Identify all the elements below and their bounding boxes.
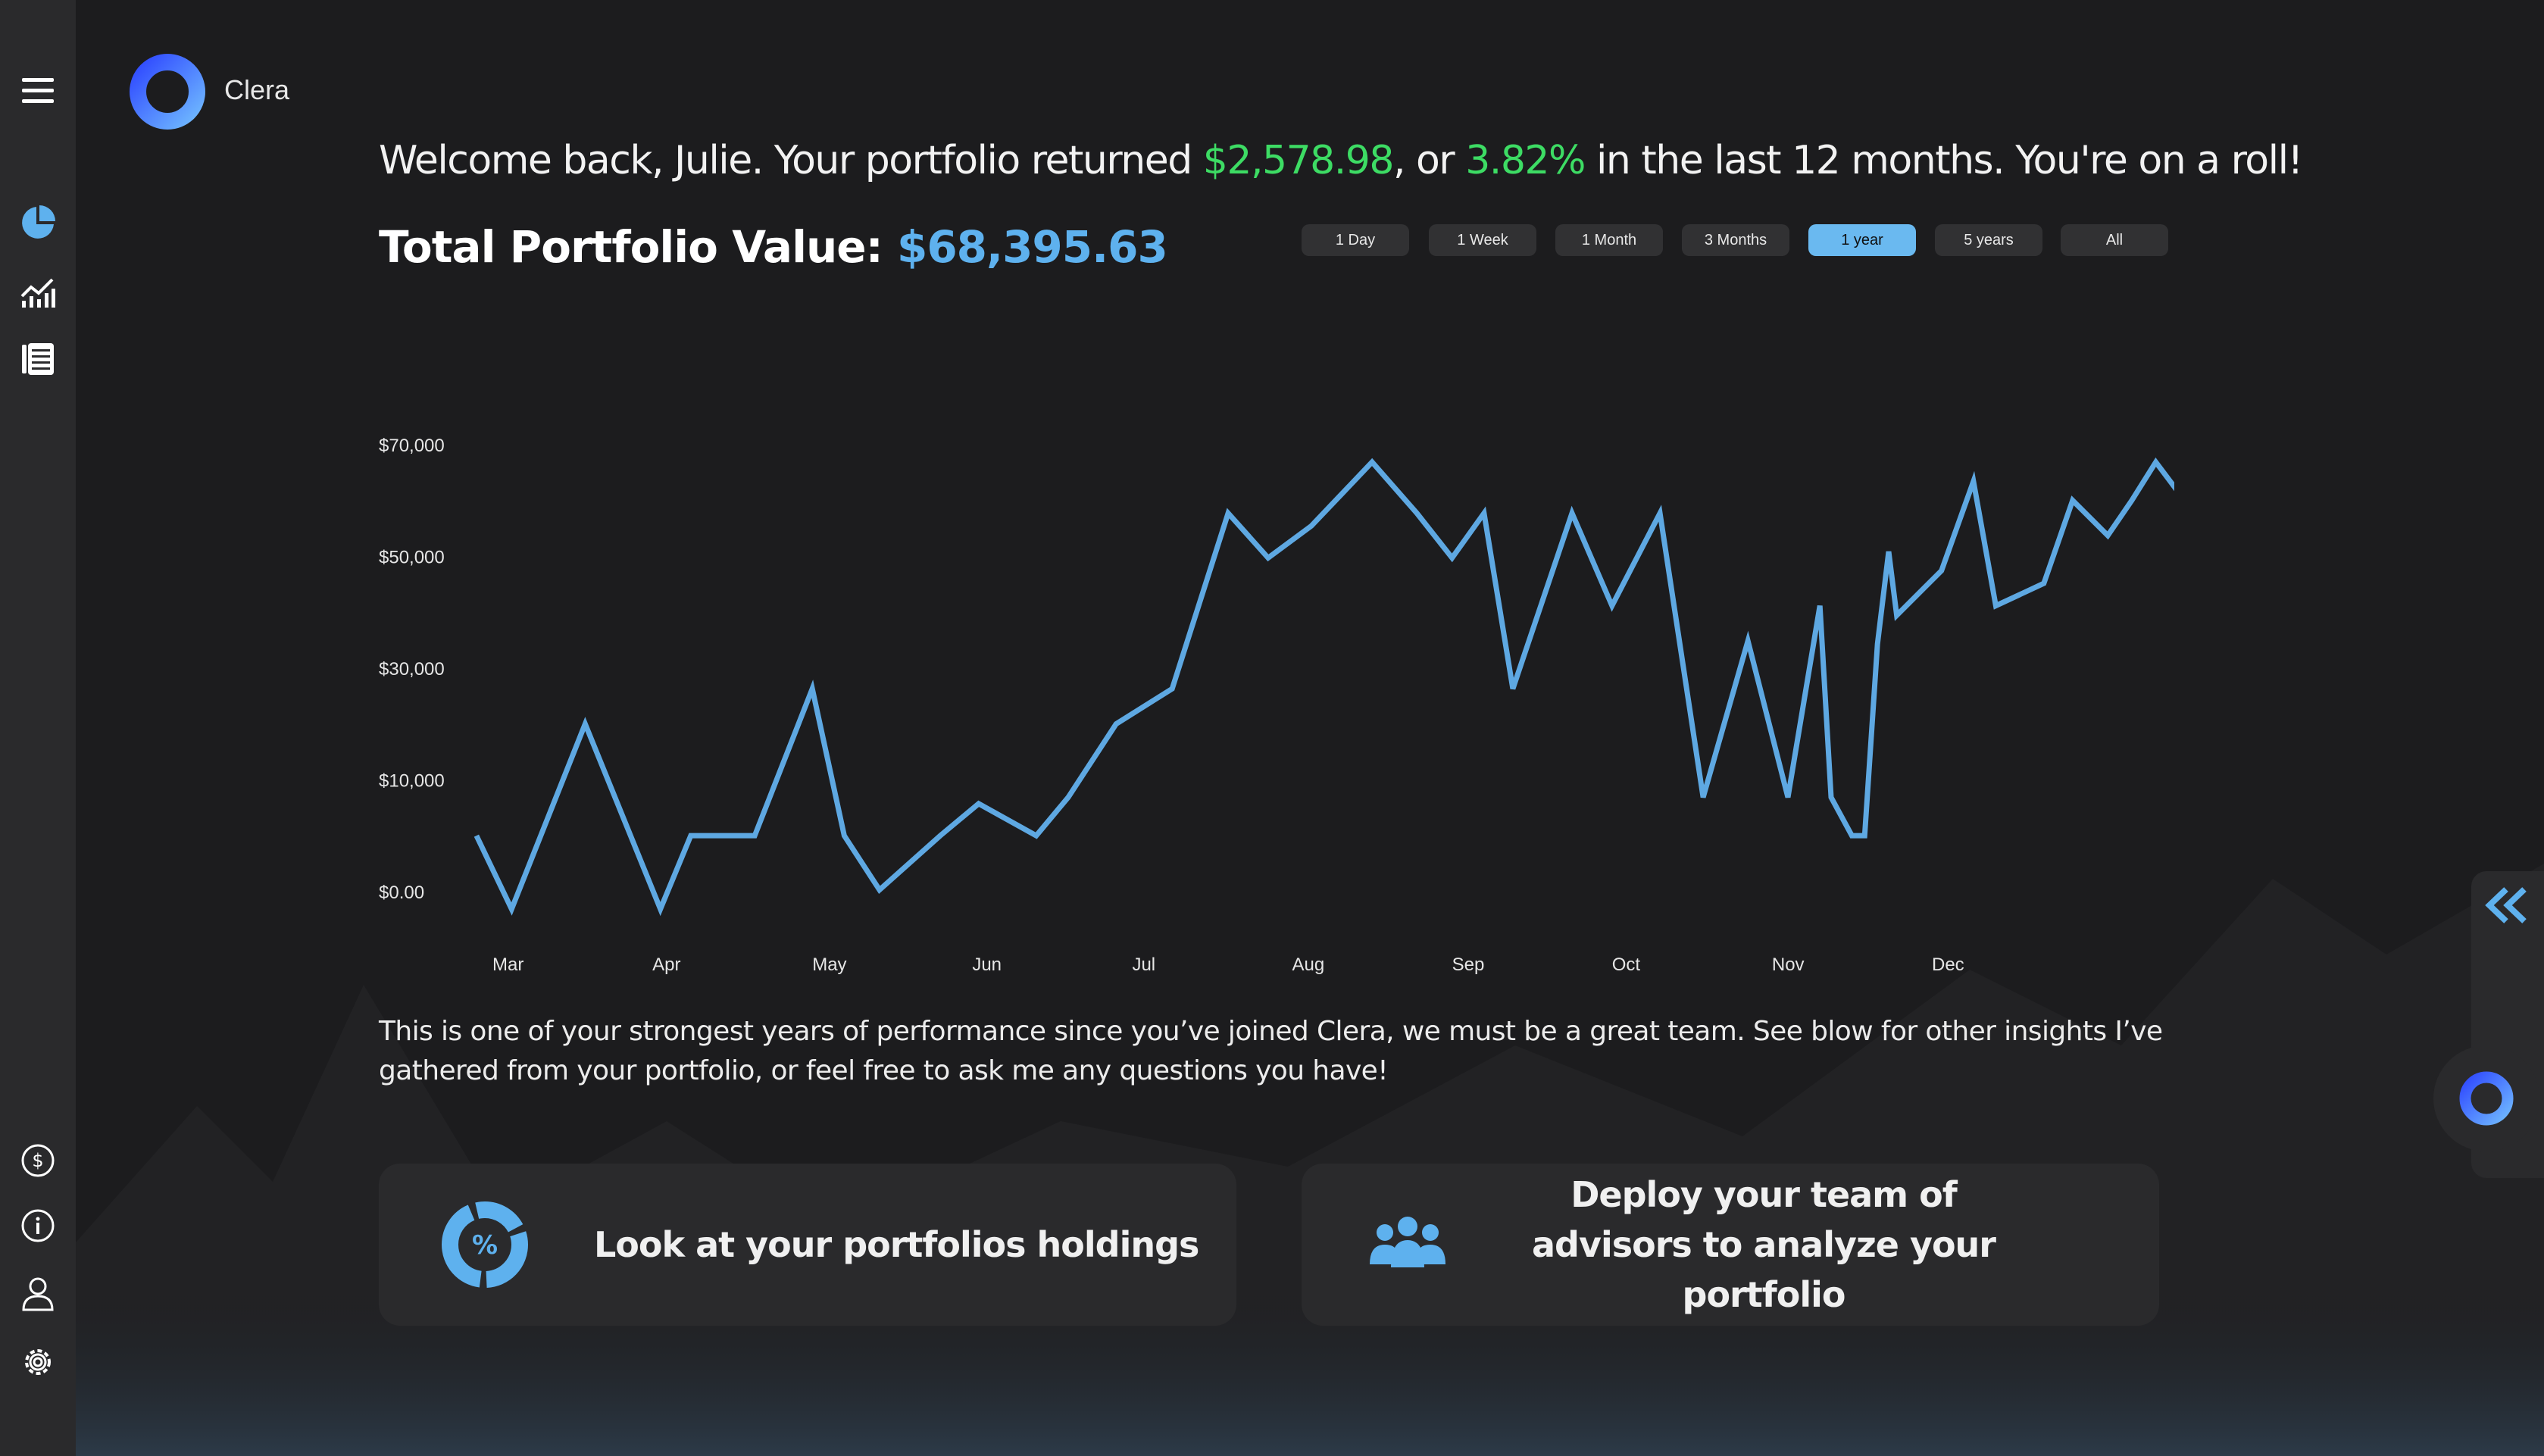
x-tick-label: Jul	[1132, 955, 1155, 975]
advisors-card-label: Deploy your team of advisors to analyze …	[1532, 1174, 1996, 1315]
range-5-years[interactable]: 5 years	[1935, 224, 2042, 256]
clera-logo	[130, 54, 205, 130]
range-1-month[interactable]: 1 Month	[1555, 224, 1663, 256]
percent-pie-icon: %	[442, 1201, 528, 1288]
nav-analytics[interactable]	[17, 270, 59, 312]
y-tick-label: $70,000	[379, 436, 445, 456]
welcome-suffix: in the last 12 months. You're on a roll!	[1584, 138, 2303, 183]
return-amount: $2,578.98	[1202, 138, 1395, 183]
svg-text:%: %	[472, 1230, 498, 1261]
total-value: $68,395.63	[896, 221, 1168, 273]
menu-button[interactable]	[17, 70, 59, 112]
x-tick-label: Nov	[1772, 955, 1805, 975]
range-all[interactable]: All	[2061, 224, 2168, 256]
assistant-button[interactable]	[2433, 1045, 2539, 1151]
total-label: Total Portfolio Value:	[379, 221, 897, 273]
y-tick-label: $50,000	[379, 548, 445, 568]
user-icon	[22, 1277, 54, 1311]
y-tick-label: $0.00	[379, 883, 424, 903]
svg-text:$: $	[32, 1150, 43, 1171]
portfolio-value-line	[473, 457, 2174, 917]
insight-text: This is one of your strongest years of p…	[379, 1016, 2163, 1086]
return-percent: 3.82%	[1465, 138, 1586, 183]
sidebar: $	[0, 0, 76, 1456]
nav-settings[interactable]	[17, 1341, 59, 1383]
clera-assistant-icon	[2459, 1071, 2514, 1126]
news-icon	[22, 343, 54, 375]
double-chevron-left-icon[interactable]	[2479, 879, 2536, 932]
total-portfolio-value: Total Portfolio Value: $68,395.63	[379, 221, 1168, 273]
range-1-day[interactable]: 1 Day	[1302, 224, 1409, 256]
nav-funding[interactable]: $	[17, 1139, 59, 1182]
range-3-months[interactable]: 3 Months	[1682, 224, 1789, 256]
holdings-card-label: Look at your portfolios holdings	[594, 1224, 1199, 1265]
x-tick-label: Sep	[1452, 955, 1485, 975]
pie-chart-icon	[22, 205, 55, 239]
advisors-card[interactable]: Deploy your team of advisors to analyze …	[1302, 1164, 2159, 1326]
x-tick-label: Dec	[1932, 955, 1964, 975]
team-icon	[1370, 1217, 1445, 1267]
x-tick-label: Oct	[1612, 955, 1641, 975]
analytics-icon	[20, 278, 55, 308]
y-tick-label: $30,000	[379, 659, 445, 680]
x-tick-label: Aug	[1292, 955, 1325, 975]
brand-name: Clera	[224, 74, 290, 105]
welcome-mid: , or	[1392, 138, 1466, 183]
welcome-prefix: Welcome back, Julie. Your portfolio retu…	[379, 138, 1203, 183]
welcome-message: Welcome back, Julie. Your portfolio retu…	[379, 138, 2303, 183]
range-1-year[interactable]: 1 year	[1808, 224, 1916, 256]
nav-portfolio[interactable]	[17, 202, 59, 244]
menu-icon	[22, 78, 54, 103]
settings-icon	[25, 1349, 51, 1375]
nav-news[interactable]	[17, 338, 59, 380]
portfolio-chart: $70,000 $50,000 $30,000 $10,000 $0.00 Mar Apr M…	[379, 436, 2174, 975]
dollar-icon: $	[21, 1144, 55, 1177]
y-tick-label: $10,000	[379, 771, 445, 792]
info-icon	[21, 1209, 55, 1242]
range-1-week[interactable]: 1 Week	[1429, 224, 1536, 256]
x-tick-label: Apr	[652, 955, 680, 975]
x-tick-label: Jun	[972, 955, 1002, 975]
x-tick-label: May	[812, 955, 846, 975]
nav-account[interactable]	[17, 1273, 59, 1315]
holdings-card[interactable]: % Look at your portfolios holdings	[379, 1164, 1236, 1326]
x-tick-label: Mar	[492, 955, 523, 975]
nav-info[interactable]	[17, 1204, 59, 1247]
